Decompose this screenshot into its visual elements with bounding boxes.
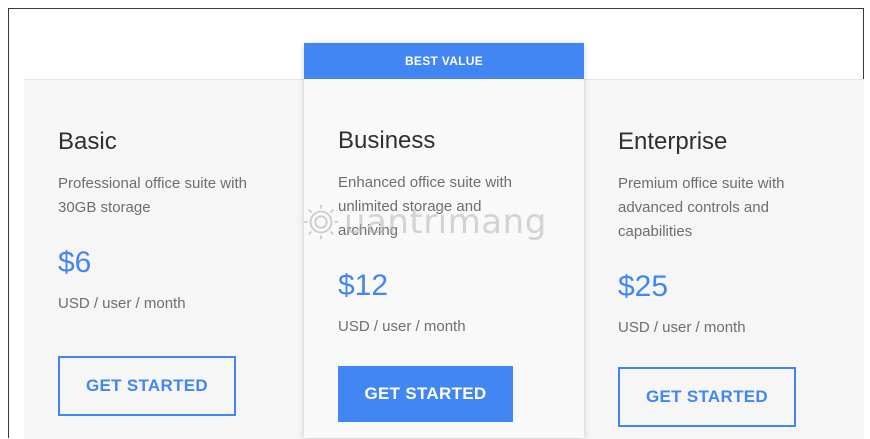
plan-card-basic: Basic Professional office suite with 30G… — [58, 80, 298, 439]
plan-title: Enterprise — [618, 128, 728, 155]
plan-description: Premium office suite with advanced contr… — [618, 175, 785, 240]
plan-card-enterprise: Enterprise Premium office suite with adv… — [618, 80, 858, 439]
plan-price-unit: USD / user / month — [338, 318, 466, 335]
plan-description: Enhanced office suite with unlimited sto… — [338, 174, 513, 239]
get-started-button-basic[interactable]: GET STARTED — [58, 356, 236, 416]
plan-price: $12 — [338, 269, 389, 302]
get-started-button-enterprise[interactable]: GET STARTED — [618, 367, 796, 427]
plan-title: Business — [338, 127, 436, 154]
plan-card-business-body: Business Enhanced office suite with unli… — [338, 43, 568, 438]
plan-card-business: BEST VALUE Business Enhanced office suit… — [304, 43, 584, 438]
plan-title: Basic — [58, 128, 117, 155]
get-started-button-business[interactable]: GET STARTED — [338, 366, 513, 422]
plan-price-unit: USD / user / month — [58, 295, 186, 312]
plan-price-unit: USD / user / month — [618, 319, 746, 336]
plan-description: Professional office suite with 30GB stor… — [58, 175, 247, 216]
plan-price: $6 — [58, 246, 92, 279]
plan-price: $25 — [618, 270, 669, 303]
